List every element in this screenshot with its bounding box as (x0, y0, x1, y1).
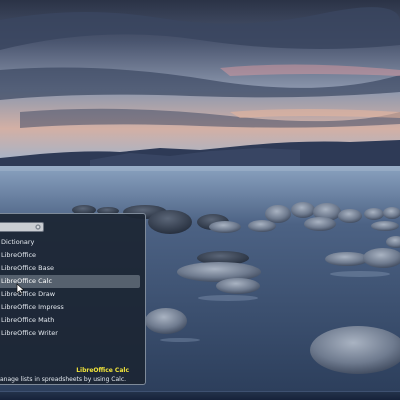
menu-item-label: LibreOffice (1, 251, 37, 259)
mouse-pointer-icon (16, 283, 25, 295)
menu-item-libreoffice[interactable]: LibreOffice (0, 249, 140, 262)
menu-item-libreoffice-base[interactable]: LibreOffice Base (0, 262, 140, 275)
menu-item-libreoffice-impress[interactable]: LibreOffice Impress (0, 301, 140, 314)
menu-item-label: LibreOffice Math (1, 316, 55, 324)
desktop: Dictionary LibreOffice LibreOffice Base … (0, 0, 400, 400)
search-box (0, 222, 44, 232)
menu-item-label: LibreOffice Calc (1, 277, 53, 285)
menu-item-label: LibreOffice Impress (1, 303, 64, 311)
taskbar (0, 391, 400, 400)
menu-item-label: LibreOffice Writer (1, 329, 58, 337)
menu-item-dictionary[interactable]: Dictionary (0, 236, 140, 249)
selected-app-title: LibreOffice Calc (76, 367, 129, 374)
clear-search-icon[interactable] (35, 224, 41, 230)
application-menu: Dictionary LibreOffice LibreOffice Base … (0, 213, 146, 385)
selected-app-description: anage lists in spreadsheets by using Cal… (0, 376, 127, 383)
search-input[interactable] (0, 223, 38, 231)
menu-item-label: LibreOffice Base (1, 264, 54, 272)
menu-item-libreoffice-writer[interactable]: LibreOffice Writer (0, 327, 140, 340)
menu-item-label: Dictionary (1, 238, 35, 246)
menu-item-libreoffice-math[interactable]: LibreOffice Math (0, 314, 140, 327)
menu-item-label: LibreOffice Draw (1, 290, 56, 298)
